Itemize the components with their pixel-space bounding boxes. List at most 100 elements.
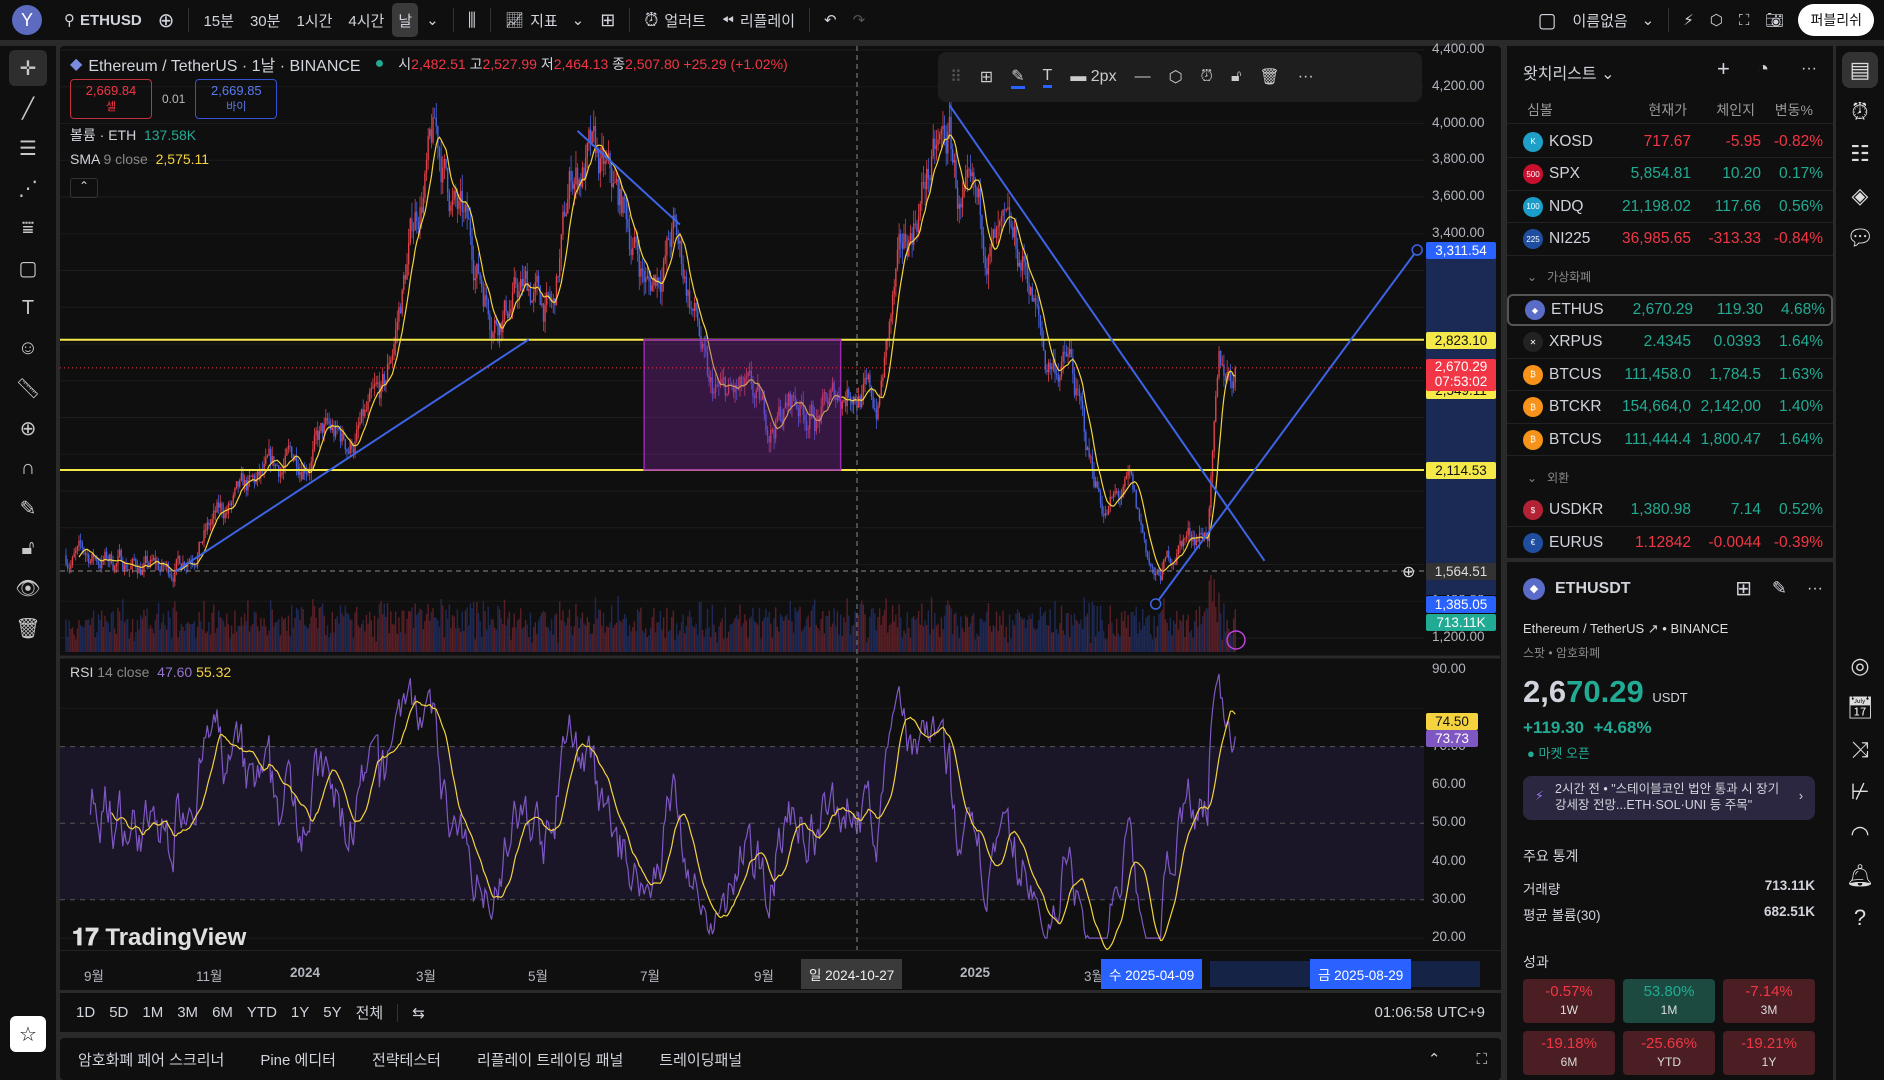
- panel-divider[interactable]: [1507, 558, 1833, 562]
- emoji-icon[interactable]: ☺: [9, 330, 47, 366]
- watchlist-row[interactable]: ₿ BTCUS 111,458.0 1,784.5 1.63%: [1507, 359, 1833, 391]
- volume-legend[interactable]: 볼륨 · ETH 137.58K: [70, 125, 196, 145]
- performance-1M[interactable]: 53.80% 1M: [1623, 979, 1715, 1023]
- projection-icon[interactable]: ⩸: [9, 210, 47, 246]
- range-6M[interactable]: 6M: [212, 1004, 233, 1021]
- settings-icon[interactable]: ⬡: [1702, 0, 1731, 40]
- edit-icon[interactable]: ✎: [1772, 578, 1787, 599]
- eye-icon[interactable]: 👁︎: [9, 570, 47, 606]
- watchlist-row[interactable]: ◆ ETHUS 2,670.29 119.30 4.68%: [1507, 294, 1833, 326]
- bell-icon[interactable]: 🔔︎: [1842, 858, 1878, 894]
- fib-lines-icon[interactable]: ☰: [9, 130, 47, 166]
- user-avatar[interactable]: Y: [12, 5, 42, 35]
- trash-icon[interactable]: 🗑︎: [9, 610, 47, 646]
- chart-panel[interactable]: [60, 46, 1501, 1032]
- interval-15m[interactable]: 15분: [195, 0, 242, 40]
- maximize-icon[interactable]: ⛶: [1476, 1051, 1487, 1068]
- range-1M[interactable]: 1M: [142, 1004, 163, 1021]
- settings-icon[interactable]: ⬡: [1169, 67, 1183, 87]
- replay-button[interactable]: ⏪︎ 리플레이: [714, 0, 803, 40]
- options-icon[interactable]: ⤨: [1842, 732, 1878, 768]
- lock-icon[interactable]: 🔓︎: [9, 530, 47, 566]
- bottom-tab[interactable]: 암호화폐 페어 스크리너: [78, 1049, 224, 1070]
- watchlist-row[interactable]: 500 SPX 5,854.81 10.20 0.17%: [1507, 159, 1833, 191]
- watchlist-row[interactable]: $ USDKR 1,380.98 7.14 0.52%: [1507, 495, 1833, 527]
- clock[interactable]: 01:06:58 UTC+9: [1375, 1004, 1502, 1021]
- chart-title[interactable]: Ethereum / TetherUS · 1날 · BINANCE: [88, 52, 360, 76]
- range-YTD[interactable]: YTD: [247, 1004, 277, 1021]
- layers-icon[interactable]: ◈: [1842, 178, 1878, 214]
- trash-icon[interactable]: 🗑︎: [1259, 67, 1279, 87]
- watchlist-row[interactable]: ✕ XRPUS 2.4345 0.0393 1.64%: [1507, 327, 1833, 359]
- group-crypto-header[interactable]: ⌄ 가상화폐: [1527, 268, 1591, 285]
- templates-grid-icon[interactable]: ⊞: [592, 0, 623, 40]
- interval-4h[interactable]: 4시간: [340, 0, 392, 40]
- text-icon[interactable]: T: [9, 290, 47, 326]
- alarm-add-icon[interactable]: ⏰︎: [1201, 68, 1213, 86]
- time-axis[interactable]: 9월11월20243월5월7월9월20253월7월일 2024-10-27수 2…: [60, 950, 1501, 989]
- interval-30m[interactable]: 30분: [242, 0, 289, 40]
- watchlist-row[interactable]: € EURUS 1.12842 -0.0044 -0.39%: [1507, 527, 1833, 554]
- performance-6M[interactable]: -19.18% 6M: [1523, 1031, 1615, 1075]
- grid-icon[interactable]: ⊞: [1735, 576, 1752, 601]
- bottom-tab[interactable]: Pine 에디터: [260, 1049, 336, 1070]
- collapse-legend-button[interactable]: ⌃: [70, 178, 98, 198]
- line-style-icon[interactable]: —: [1135, 68, 1151, 86]
- watchlist-row[interactable]: K KOSD 717.67 -5.95 -0.82%: [1507, 126, 1833, 158]
- indicators-button[interactable]: 📈︎ 지표 ⌄: [497, 0, 592, 40]
- magnet-icon[interactable]: ∩: [9, 450, 47, 486]
- compare-add-icon[interactable]: ⊕: [150, 0, 183, 40]
- camera-icon[interactable]: 📷︎: [1757, 0, 1792, 40]
- news-banner[interactable]: ⚡︎ 2시간 전 • "스테이블코인 법안 통과 시 장기 강세장 전망...ET…: [1523, 776, 1815, 820]
- watchlist-row[interactable]: 100 NDQ 21,198.02 117.66 0.56%: [1507, 191, 1833, 223]
- object-tree-add-icon[interactable]: ☷: [1842, 136, 1878, 172]
- performance-3M[interactable]: -7.14% 3M: [1723, 979, 1815, 1023]
- watchlist-row[interactable]: ₿ BTCUS 111,444.4 1,800.47 1.64%: [1507, 424, 1833, 456]
- performance-1Y[interactable]: -19.21% 1Y: [1723, 1031, 1815, 1075]
- rsi-legend[interactable]: RSI 14 close 47.60 55.32: [70, 664, 231, 680]
- more-icon[interactable]: ···: [1807, 580, 1823, 598]
- trendline-icon[interactable]: ╱: [9, 90, 47, 126]
- alerts-clock-icon[interactable]: ⏰︎: [1842, 94, 1878, 130]
- bottom-tab[interactable]: 트레이딩패널: [659, 1049, 742, 1070]
- sma-legend[interactable]: SMA 9 close 2,575.11: [70, 151, 209, 167]
- signal-icon[interactable]: ◠: [1842, 816, 1878, 852]
- fullscreen-icon[interactable]: ⛶: [1731, 0, 1758, 40]
- performance-1W[interactable]: -0.57% 1W: [1523, 979, 1615, 1023]
- range-1Y[interactable]: 1Y: [291, 1004, 309, 1021]
- calendar-icon[interactable]: 📅︎: [1842, 690, 1878, 726]
- redo-icon[interactable]: ↷: [845, 0, 874, 40]
- rectangle-icon[interactable]: ▢: [9, 250, 47, 286]
- bottom-tab[interactable]: 전략테스터: [372, 1049, 441, 1070]
- range-3M[interactable]: 3M: [177, 1004, 198, 1021]
- unlock-icon[interactable]: 🔓︎: [1231, 68, 1241, 86]
- buy-button[interactable]: 2,669.85 바이: [195, 79, 278, 119]
- watchlist-row[interactable]: 225 NI225 36,985.65 -313.33 -0.84%: [1507, 224, 1833, 256]
- sell-button[interactable]: 2,669.84 셀: [70, 79, 152, 119]
- undo-icon[interactable]: ↶: [816, 0, 845, 40]
- lock-pencil-icon[interactable]: ✎: [9, 490, 47, 526]
- pattern-icon[interactable]: ⋰: [9, 170, 47, 206]
- bottom-tab[interactable]: 리플레이 트레이딩 패널: [477, 1049, 623, 1070]
- layout-square-icon[interactable]: ▢: [1530, 0, 1565, 40]
- target-icon[interactable]: ◎: [1842, 648, 1878, 684]
- quick-search-icon[interactable]: ⚡︎: [1675, 0, 1702, 40]
- candle-type-icon[interactable]: ⫼: [460, 0, 484, 40]
- external-link-icon[interactable]: ↗: [1648, 621, 1659, 636]
- more-icon[interactable]: ···: [1298, 68, 1314, 86]
- object-tree-icon[interactable]: ⊞: [980, 67, 993, 87]
- interval-1h[interactable]: 1시간: [288, 0, 340, 40]
- range-5D[interactable]: 5D: [109, 1004, 128, 1021]
- range-5Y[interactable]: 5Y: [323, 1004, 341, 1021]
- favorites-star-icon[interactable]: ☆: [10, 1016, 46, 1052]
- zoom-in-icon[interactable]: ⊕: [9, 410, 47, 446]
- line-color-pencil-icon[interactable]: ✎: [1011, 66, 1025, 89]
- help-icon[interactable]: ?: [1842, 900, 1878, 936]
- crosshair-add-icon[interactable]: ⊕: [1402, 562, 1415, 582]
- text-color-icon[interactable]: T: [1042, 67, 1053, 88]
- range-1D[interactable]: 1D: [76, 1004, 95, 1021]
- strategy-icon[interactable]: ⊬: [1842, 774, 1878, 810]
- expand-chevron-up-icon[interactable]: ⌃: [1428, 1050, 1441, 1068]
- ruler-icon[interactable]: 📏︎: [9, 370, 47, 406]
- crosshair-icon[interactable]: ✛: [9, 50, 47, 86]
